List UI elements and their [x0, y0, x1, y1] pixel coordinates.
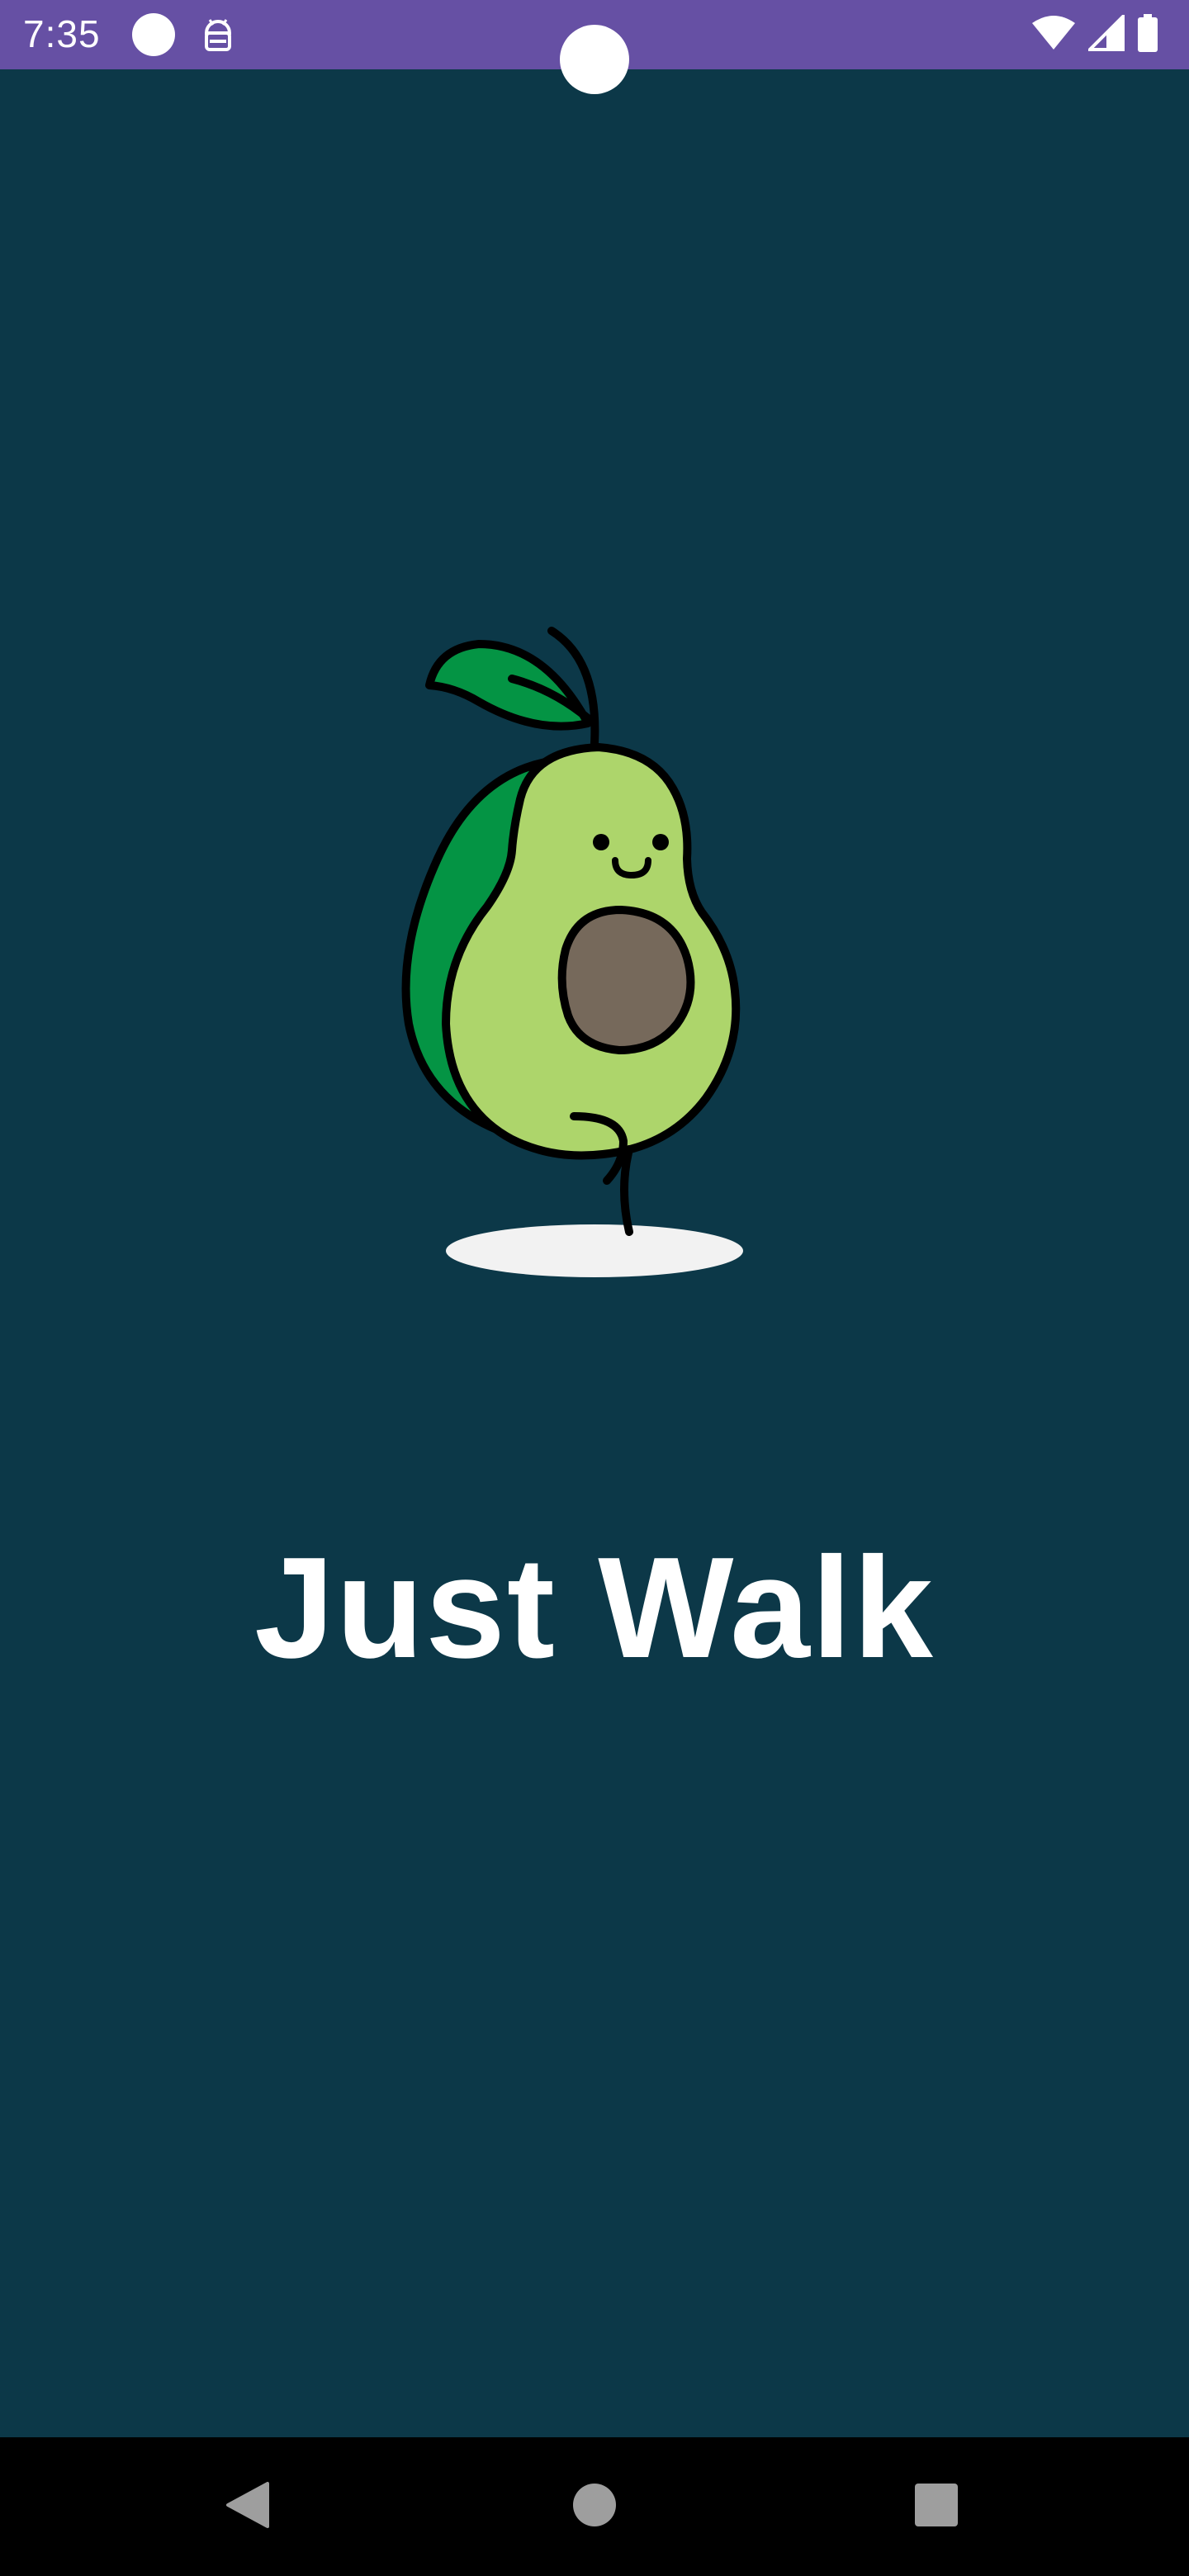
battery-icon — [1136, 13, 1159, 56]
cell-signal-icon — [1086, 12, 1125, 55]
avocado-mascot-icon — [363, 611, 793, 1296]
home-button[interactable] — [528, 2437, 661, 2576]
back-button[interactable] — [182, 2437, 314, 2576]
camera-cutout — [560, 25, 629, 94]
back-icon — [225, 2480, 271, 2534]
navigation-bar — [0, 2437, 1189, 2576]
recents-icon — [915, 2483, 958, 2531]
splash-screen: 7:35 Just Walk — [0, 0, 1189, 2576]
notification-dot-icon — [132, 13, 175, 56]
recents-button[interactable] — [870, 2437, 1002, 2576]
android-debug-icon — [201, 13, 234, 56]
status-icons — [1030, 12, 1159, 56]
wifi-icon — [1030, 15, 1077, 55]
home-icon — [572, 2483, 617, 2531]
app-title: Just Walk — [254, 1527, 935, 1688]
status-time: 7:35 — [23, 12, 101, 55]
